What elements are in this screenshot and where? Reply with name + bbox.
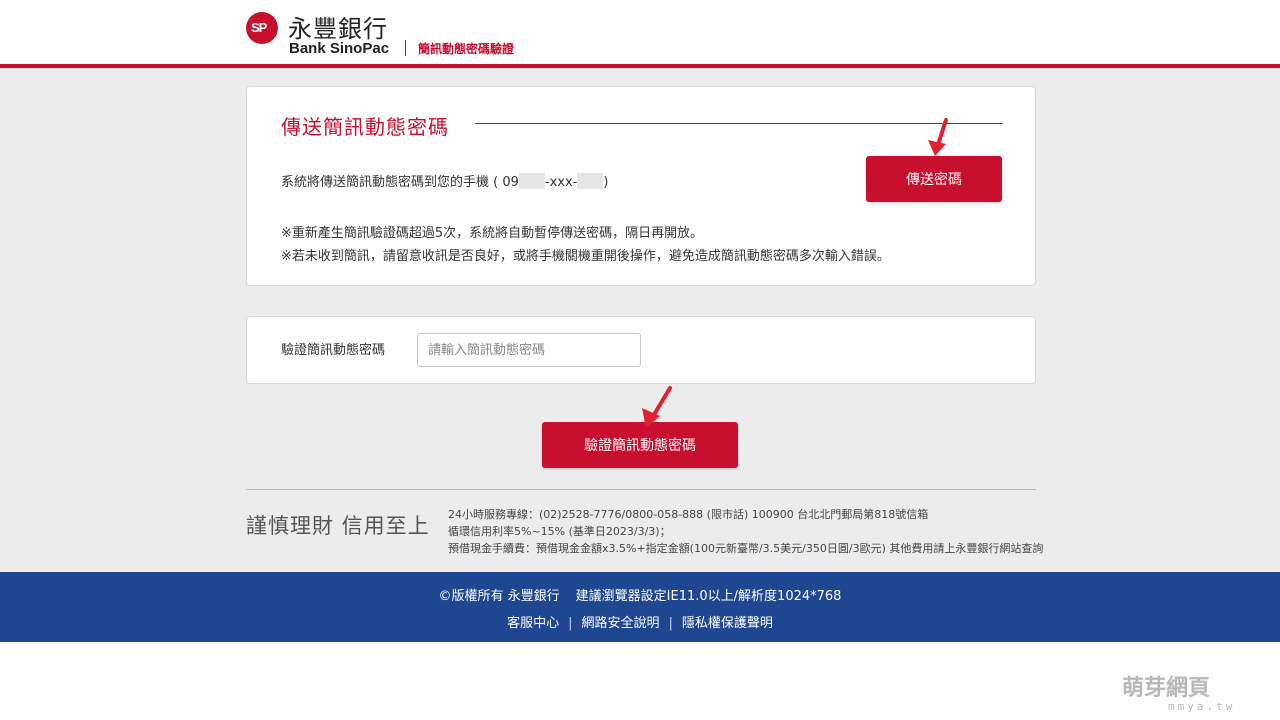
masked-phone-segment — [518, 173, 545, 189]
send-otp-card: 傳送簡訊動態密碼 系統將傳送簡訊動態密碼到您的手機 ( 09 -xxx-) 傳送密… — [246, 86, 1036, 286]
masked-phone-segment — [577, 173, 604, 189]
cash-advance-fee-text: 預借現金手續費：預借現金金額x3.5%+指定金額(100元新臺幣/3.5美元/3… — [448, 542, 1044, 555]
phone-prefix-text: 系統將傳送簡訊動態密碼到您的手機 ( 09 — [281, 175, 519, 190]
service-info: 24小時服務專線：(02)2528-7776/0800-058-888 (限市話… — [448, 506, 1043, 557]
send-password-button[interactable]: 傳送密碼 — [866, 156, 1002, 202]
annotation-arrow-icon — [642, 386, 672, 428]
sinopac-logo-icon[interactable]: SP — [246, 12, 278, 44]
annotation-arrow-icon — [928, 118, 948, 156]
sms-not-received-note: ※若未收到簡訊，請留意收訊是否良好，或將手機關機重開後操作，避免造成簡訊動態密碼… — [281, 249, 890, 264]
browser-note-text: 建議瀏覽器設定IE11.0以上/解析度1024*768 — [575, 589, 842, 604]
bank-name-en: Bank SinoPac — [289, 40, 390, 57]
phone-middle-text: -xxx- — [544, 175, 578, 190]
info-divider — [246, 489, 1036, 490]
send-otp-title: 傳送簡訊動態密碼 — [281, 115, 449, 139]
service-hotline-text: 24小時服務專線：(02)2528-7776/0800-058-888 (限市話… — [448, 508, 929, 521]
footer-links: 客服中心 | 網路安全說明 | 隱私權保護聲明 — [507, 616, 773, 631]
customer-service-link[interactable]: 客服中心 — [507, 616, 559, 631]
phone-suffix-text: ) — [603, 175, 609, 190]
resend-limit-note: ※重新產生簡訊驗證碼超過5次，系統將自動暫停傳送密碼，隔日再開放。 — [281, 226, 704, 241]
footer-copyright-row: ©版權所有 永豐銀行 建議瀏覽器設定IE11.0以上/解析度1024*768 — [0, 585, 1280, 604]
page-subtitle: 簡訊動態密碼驗證 — [418, 42, 515, 56]
page-header: SP 永豐銀行 Bank SinoPac 簡訊動態密碼驗證 — [0, 0, 1280, 64]
page-footer: ©版權所有 永豐銀行 建議瀏覽器設定IE11.0以上/解析度1024*768 客服… — [0, 572, 1280, 642]
verify-otp-label: 驗證簡訊動態密碼 — [281, 343, 386, 358]
security-info-link[interactable]: 網路安全說明 — [581, 616, 659, 631]
slogan: 謹慎理財 信用至上 — [246, 514, 430, 538]
otp-input[interactable] — [417, 333, 641, 367]
logo-mark-text: SP — [251, 20, 267, 35]
send-otp-description: 系統將傳送簡訊動態密碼到您的手機 ( 09 -xxx-) — [281, 171, 608, 190]
interest-rate-text: 循環信用利率5%~15% (基準日2023/3/3)； — [448, 525, 671, 538]
bank-name-zh: 永豐銀行 — [288, 15, 388, 43]
watermark-logo: 萌芽網頁 — [1122, 676, 1211, 701]
main-content: 傳送簡訊動態密碼 系統將傳送簡訊動態密碼到您的手機 ( 09 -xxx-) 傳送密… — [0, 68, 1280, 572]
copyright-text: ©版權所有 永豐銀行 — [438, 589, 560, 604]
privacy-policy-link[interactable]: 隱私權保護聲明 — [682, 616, 773, 631]
verify-otp-card: 驗證簡訊動態密碼 — [246, 316, 1036, 384]
watermark-url: mmya.tw — [1168, 700, 1236, 713]
logo-divider — [405, 40, 406, 56]
